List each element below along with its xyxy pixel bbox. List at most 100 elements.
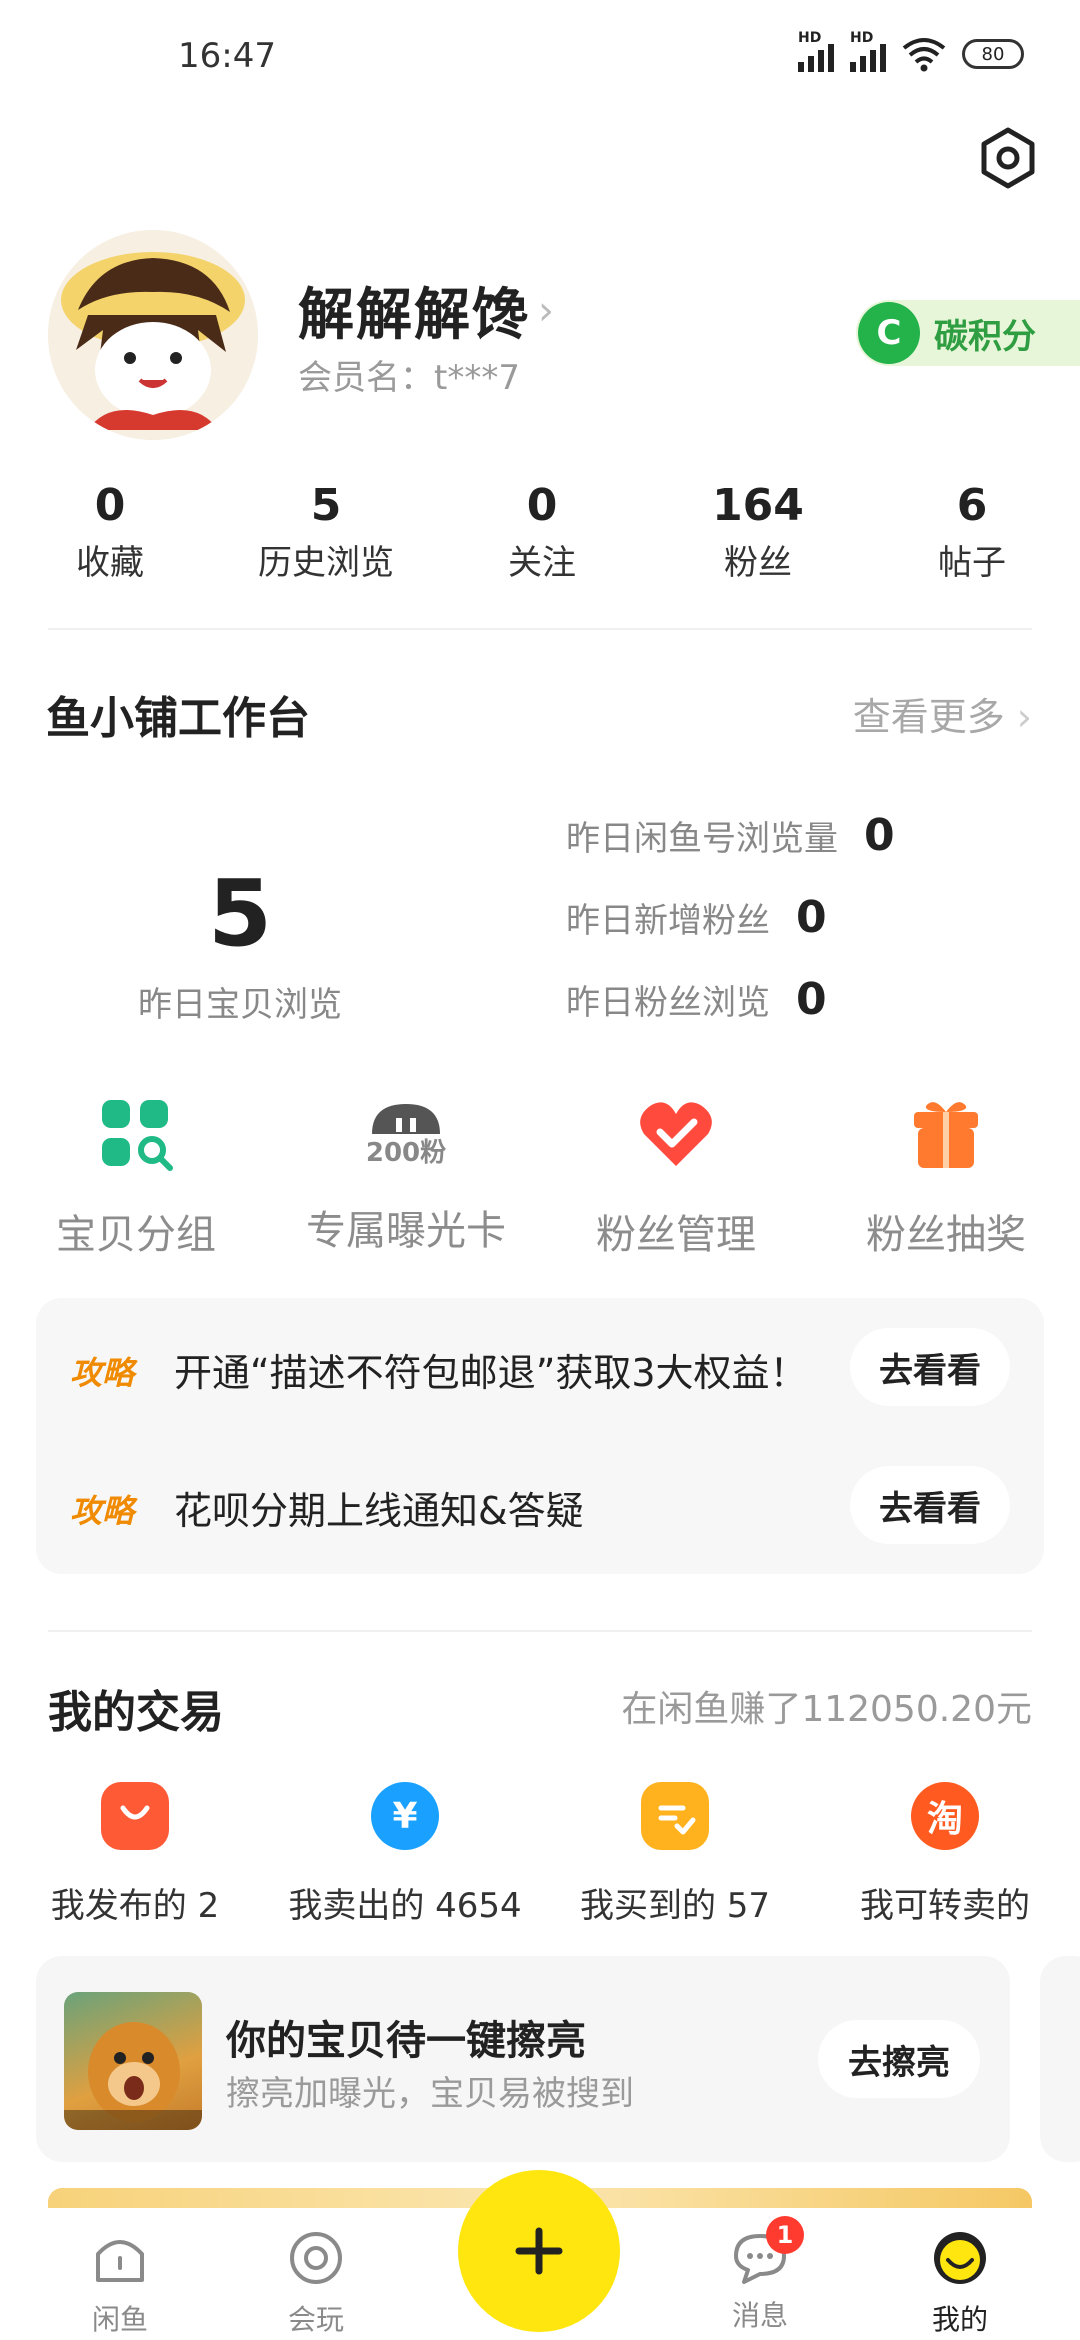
promo-subtitle: 擦亮加曝光，宝贝易被搜到 <box>226 2074 634 2114</box>
stat-label: 收藏 <box>76 543 144 583</box>
profile-stats: 0 收藏 5 历史浏览 0 关注 164 粉丝 6 帖子 <box>0 480 1080 600</box>
tab-messages[interactable]: 1 消息 <box>690 2216 830 2334</box>
item-views-stat[interactable]: 5 昨日宝贝浏览 <box>100 860 380 1026</box>
taobao-icon: 淘 <box>911 1782 979 1850</box>
tool-label: 宝贝分组 <box>56 1212 216 1258</box>
tool-item-groups[interactable]: 宝贝分组 <box>16 1094 256 1260</box>
tip-tag: 攻略 <box>70 1492 135 1530</box>
status-bar: 16:47 HD HD 80 <box>0 0 1080 120</box>
home-icon <box>96 2240 144 2282</box>
settings-icon[interactable] <box>976 126 1040 190</box>
tool-label: 专属曝光卡 <box>306 1208 506 1254</box>
stat-following[interactable]: 0 关注 <box>442 480 642 584</box>
carbon-points-button[interactable]: C 碳积分 <box>856 300 1080 366</box>
checklist-icon <box>641 1782 709 1850</box>
metric-label: 昨日粉丝浏览 <box>566 983 770 1023</box>
stat-history[interactable]: 5 历史浏览 <box>226 480 426 584</box>
tip-row[interactable]: 攻略 开通“描述不符包邮退”获取3大权益！ 去看看 <box>36 1318 1044 1418</box>
carbon-label: 碳积分 <box>934 316 1036 357</box>
trade-item-resellable[interactable]: 淘 我可转卖的 <box>820 1782 1070 1927</box>
stat-label: 关注 <box>508 543 576 583</box>
metric-row: 昨日粉丝浏览 0 <box>566 974 827 1025</box>
workbench-title: 鱼小铺工作台 <box>46 693 310 744</box>
exposure-card-badge: 200粉 <box>365 1138 447 1168</box>
tool-item-exposure-card[interactable]: 200粉 专属曝光卡 <box>286 1094 526 1256</box>
signal-icon: HD <box>798 30 834 72</box>
earned-amount[interactable]: 在闲鱼赚了112050.20元 <box>621 1680 1032 1732</box>
carbon-icon: C <box>858 302 920 364</box>
stat-posts[interactable]: 6 帖子 <box>872 480 1072 584</box>
metric-label: 昨日新增粉丝 <box>566 901 770 941</box>
stat-favorites[interactable]: 0 收藏 <box>10 480 210 584</box>
trade-item-bought[interactable]: 我买到的 57 <box>550 1782 800 1927</box>
tool-item-fan-lottery[interactable]: 粉丝抽奖 <box>826 1094 1066 1260</box>
metric-label: 昨日闲鱼号浏览量 <box>566 819 838 859</box>
tool-label: 粉丝管理 <box>596 1212 756 1258</box>
view-button[interactable]: 去看看 <box>850 1466 1010 1544</box>
message-icon: 1 <box>730 2216 804 2288</box>
grid-search-icon <box>102 1100 173 1171</box>
metric-row: 昨日新增粉丝 0 <box>566 892 827 943</box>
carousel-peek-right <box>1040 1956 1080 2162</box>
exposure-card-icon: 200粉 <box>366 1094 446 1174</box>
metric-value: 0 <box>864 810 895 861</box>
trade-label: 我可转卖的 <box>860 1886 1030 1926</box>
stat-fans[interactable]: 164 粉丝 <box>658 480 858 584</box>
tab-home[interactable]: 闲鱼 <box>50 2228 190 2338</box>
smile-icon <box>934 2232 986 2284</box>
metric-value: 0 <box>796 974 827 1025</box>
stat-value: 0 <box>526 480 558 531</box>
stat-label: 粉丝 <box>724 543 792 583</box>
trade-title: 我的交易 <box>48 1687 224 1738</box>
divider <box>48 1630 1032 1632</box>
view-more-label: 查看更多 <box>852 695 1005 739</box>
stat-value: 6 <box>956 480 988 531</box>
trade-item-sold[interactable]: ¥ 我卖出的 4654 <box>280 1782 530 1927</box>
tab-label: 会玩 <box>287 2303 344 2336</box>
tool-label: 粉丝抽奖 <box>866 1212 1026 1258</box>
stat-value: 0 <box>94 480 126 531</box>
view-more-link[interactable]: 查看更多 › <box>853 686 1032 741</box>
trade-item-published[interactable]: 我发布的 2 <box>10 1782 260 1927</box>
signal-icon: HD <box>850 30 886 72</box>
trade-label: 我买到的 57 <box>579 1886 771 1926</box>
wifi-icon <box>902 38 946 72</box>
divider <box>48 628 1032 630</box>
publish-button[interactable] <box>458 2170 620 2332</box>
promo-title: 你的宝贝待一键擦亮 <box>226 2018 586 2064</box>
stat-label: 帖子 <box>938 543 1006 583</box>
tab-play[interactable]: 会玩 <box>246 2228 386 2338</box>
view-button[interactable]: 去看看 <box>850 1328 1010 1406</box>
chevron-right-icon[interactable]: › <box>538 288 554 334</box>
polish-promo-card[interactable]: 你的宝贝待一键擦亮 擦亮加曝光，宝贝易被搜到 去擦亮 <box>36 1956 1010 2162</box>
tips-card: 攻略 开通“描述不符包邮退”获取3大权益！ 去看看 攻略 花呗分期上线通知&答疑… <box>36 1298 1044 1574</box>
chevron-right-icon: › <box>1004 695 1032 739</box>
tip-text: 花呗分期上线通知&答疑 <box>174 1489 584 1533</box>
trade-label: 我卖出的 4654 <box>288 1886 522 1926</box>
play-circle-icon <box>290 2232 342 2284</box>
tab-label: 闲鱼 <box>91 2303 148 2336</box>
profile-name[interactable]: 解解解馋 <box>298 270 530 351</box>
tab-me[interactable]: 我的 <box>890 2228 1030 2338</box>
tab-label: 我的 <box>931 2303 988 2336</box>
member-name: 会员名：t***7 <box>298 358 520 398</box>
tab-label: 消息 <box>731 2299 788 2332</box>
plus-icon <box>515 2227 563 2275</box>
status-icons: HD HD 80 <box>798 30 1024 72</box>
stat-value: 164 <box>712 480 804 531</box>
tool-item-fan-manage[interactable]: 粉丝管理 <box>556 1094 796 1260</box>
tip-text: 开通“描述不符包邮退”获取3大权益！ <box>174 1351 808 1395</box>
polish-button[interactable]: 去擦亮 <box>818 2020 980 2098</box>
avatar[interactable] <box>48 230 258 440</box>
yen-icon: ¥ <box>371 1782 439 1850</box>
promo-thumbnail <box>64 1992 202 2130</box>
stat-value: 5 <box>310 480 342 531</box>
battery-icon: 80 <box>962 39 1024 69</box>
item-views-value: 5 <box>207 860 272 967</box>
status-time: 16:47 <box>178 36 276 76</box>
metric-row: 昨日闲鱼号浏览量 0 <box>566 810 895 861</box>
gift-icon <box>914 1102 978 1168</box>
cartoon-avatar-icon <box>48 230 258 440</box>
tip-tag: 攻略 <box>70 1354 135 1392</box>
tip-row[interactable]: 攻略 花呗分期上线通知&答疑 去看看 <box>36 1456 1044 1556</box>
